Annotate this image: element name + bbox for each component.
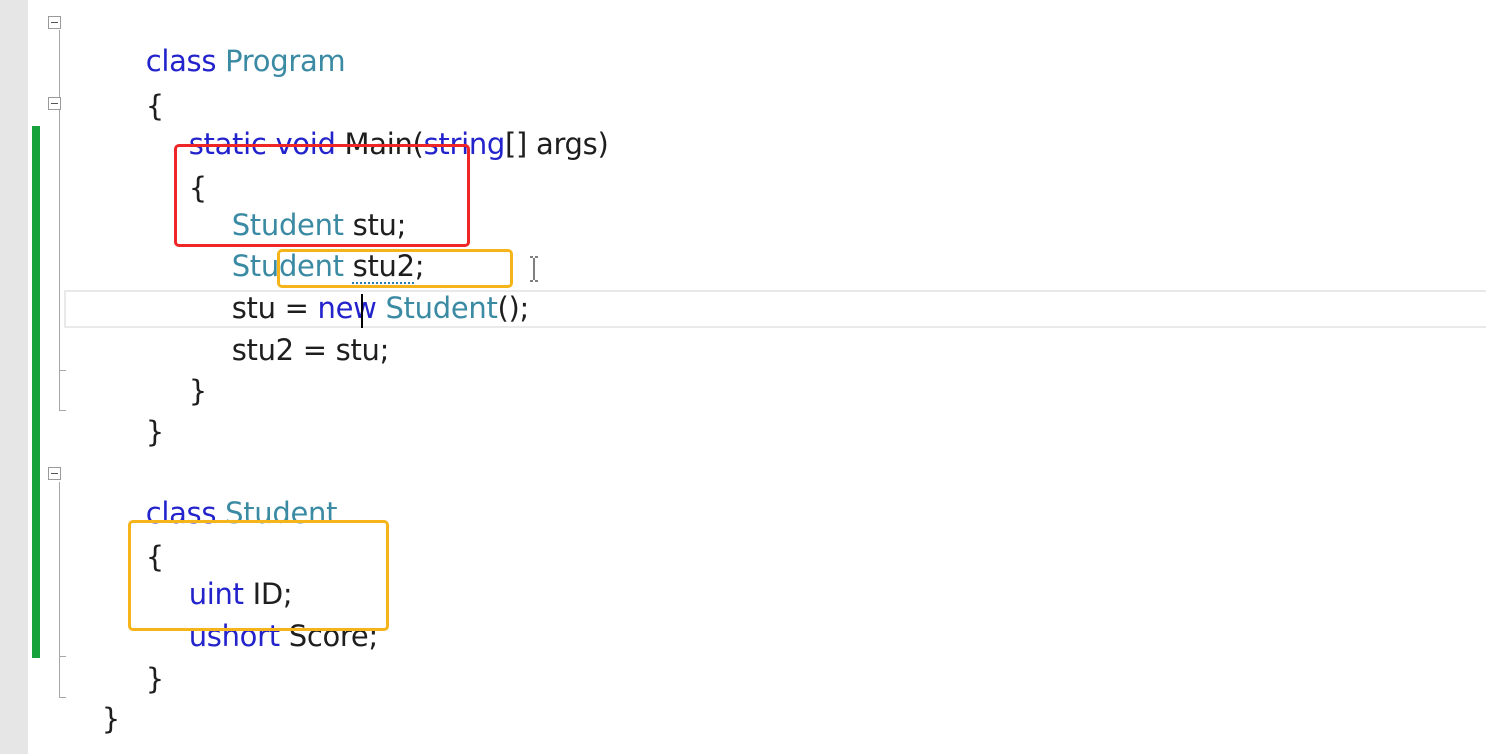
outline-line: [59, 30, 60, 410]
collapse-icon[interactable]: [48, 97, 61, 110]
code-line[interactable]: {: [110, 45, 164, 123]
outline-end-tick: [59, 656, 66, 657]
change-indicator-bar: [32, 126, 40, 658]
text-cursor-icon: [530, 256, 538, 282]
type-token: Student: [385, 291, 498, 325]
code-text: [] args): [505, 127, 609, 161]
text-caret: [361, 294, 363, 328]
code-line[interactable]: static void Main(string[] args): [153, 83, 609, 161]
code-line[interactable]: }: [66, 658, 120, 736]
outline-line: [59, 482, 60, 697]
collapse-icon[interactable]: [48, 467, 61, 480]
red-highlight-box: [174, 144, 470, 247]
orange-highlight-box: [277, 249, 513, 288]
code-text: ();: [497, 291, 530, 325]
code-text: }: [145, 415, 164, 449]
code-line[interactable]: class Program: [110, 0, 346, 78]
code-text: }: [188, 374, 207, 408]
code-text: }: [145, 662, 164, 696]
type-token: Program: [225, 44, 346, 78]
collapse-icon[interactable]: [48, 16, 61, 29]
outline-end-tick: [59, 370, 66, 371]
code-text: stu2 = stu;: [231, 333, 390, 367]
code-editor[interactable]: class Program { static void Main(string[…: [0, 0, 1486, 754]
outline-end-tick: [59, 697, 66, 698]
code-line[interactable]: class Student: [110, 452, 338, 530]
code-line[interactable]: }: [153, 330, 207, 408]
code-text: }: [101, 702, 120, 736]
editor-margin: [0, 0, 28, 754]
code-line[interactable]: }: [110, 371, 164, 449]
outline-end-tick: [59, 410, 66, 411]
orange-highlight-box: [128, 520, 389, 631]
